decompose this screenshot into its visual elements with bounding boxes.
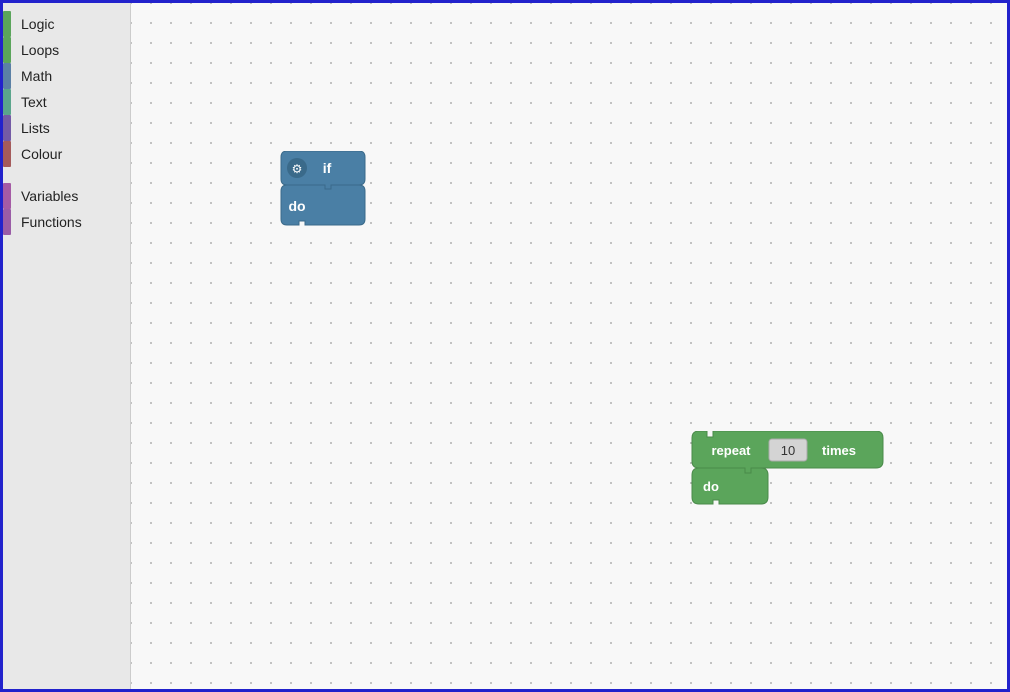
- sidebar-label-loops: Loops: [21, 42, 59, 58]
- sidebar: Logic Loops Math Text Lists Colour: [3, 3, 131, 689]
- svg-text:⚙: ⚙: [292, 162, 303, 176]
- do-label: do: [288, 198, 305, 214]
- sidebar-item-text[interactable]: Text: [3, 89, 130, 115]
- sidebar-label-math: Math: [21, 68, 52, 84]
- sidebar-item-loops[interactable]: Loops: [3, 37, 130, 63]
- if-label: if: [323, 160, 332, 176]
- sidebar-label-text: Text: [21, 94, 47, 110]
- sidebar-item-math[interactable]: Math: [3, 63, 130, 89]
- sidebar-item-variables[interactable]: Variables: [3, 183, 130, 209]
- repeat-label: repeat: [711, 443, 751, 458]
- sidebar-label-colour: Colour: [21, 146, 62, 162]
- sidebar-item-colour[interactable]: Colour: [3, 141, 130, 167]
- repeat-block[interactable]: repeat 10 times do: [691, 431, 891, 511]
- repeat-value[interactable]: 10: [781, 443, 795, 458]
- sidebar-item-lists[interactable]: Lists: [3, 115, 130, 141]
- sidebar-label-logic: Logic: [21, 16, 54, 32]
- sidebar-label-functions: Functions: [21, 214, 82, 230]
- if-block[interactable]: ⚙ if do: [279, 151, 369, 231]
- times-label: times: [822, 443, 856, 458]
- app-container: Logic Loops Math Text Lists Colour: [0, 0, 1010, 692]
- sidebar-label-lists: Lists: [21, 120, 50, 136]
- canvas-area[interactable]: ⚙ if do repeat 10 times do: [131, 3, 1007, 689]
- sidebar-item-functions[interactable]: Functions: [3, 209, 130, 235]
- sidebar-item-logic[interactable]: Logic: [3, 11, 130, 37]
- do-label-repeat: do: [703, 479, 719, 494]
- sidebar-label-variables: Variables: [21, 188, 78, 204]
